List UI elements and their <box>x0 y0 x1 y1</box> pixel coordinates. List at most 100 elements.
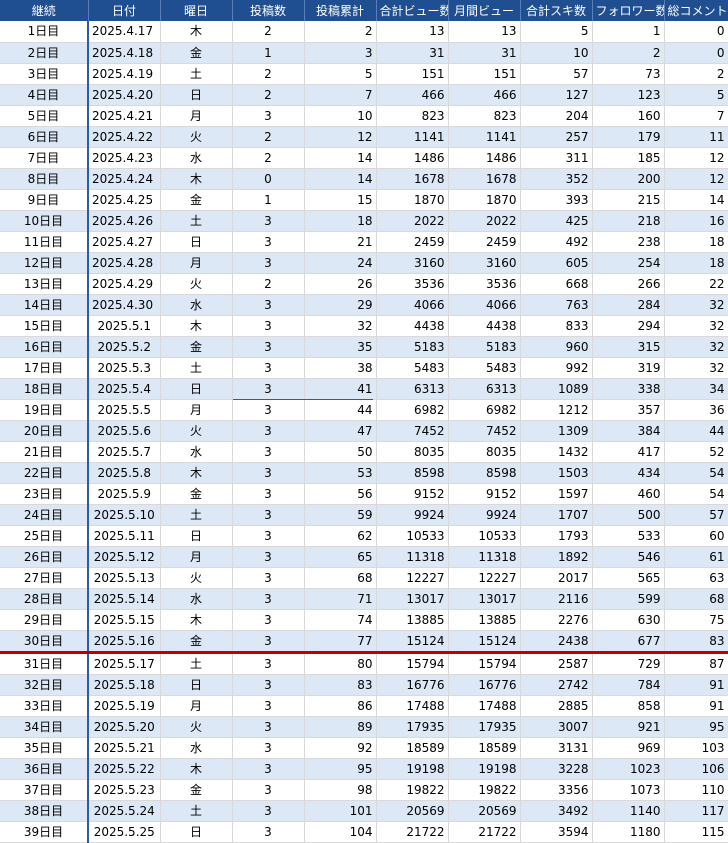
cell-total-likes[interactable]: 2742 <box>520 674 593 696</box>
cell-days[interactable]: 24日目 <box>0 504 89 526</box>
cell-posts[interactable]: 3 <box>232 357 305 379</box>
cell-total-views[interactable]: 13 <box>376 21 449 43</box>
cell-weekday[interactable]: 日 <box>160 231 233 253</box>
cell-weekday[interactable]: 水 <box>160 441 233 463</box>
header-followers[interactable]: フォロワー数 <box>592 0 665 21</box>
cell-monthly-views[interactable]: 1141 <box>448 126 521 148</box>
cell-weekday[interactable]: 火 <box>160 126 233 148</box>
cell-weekday[interactable]: 金 <box>160 779 233 801</box>
cell-posts[interactable]: 3 <box>232 546 305 568</box>
cell-posts[interactable]: 3 <box>232 674 305 696</box>
cell-total-views[interactable]: 17488 <box>376 695 449 717</box>
cell-weekday[interactable]: 木 <box>160 758 233 780</box>
cell-monthly-views[interactable]: 3536 <box>448 273 521 295</box>
cell-monthly-views[interactable]: 13 <box>448 21 521 43</box>
cell-posts[interactable]: 3 <box>232 105 305 127</box>
cell-date[interactable]: 2025.4.29 <box>88 273 161 295</box>
cell-monthly-views[interactable]: 151 <box>448 63 521 85</box>
cell-total-views[interactable]: 4438 <box>376 315 449 337</box>
header-total-comments[interactable]: 総コメント <box>664 0 728 21</box>
cell-days[interactable]: 8日目 <box>0 168 89 190</box>
cell-posts[interactable]: 2 <box>232 84 305 106</box>
cell-posts-total[interactable]: 32 <box>304 315 377 337</box>
cell-total-views[interactable]: 9924 <box>376 504 449 526</box>
cell-monthly-views[interactable]: 9924 <box>448 504 521 526</box>
cell-followers[interactable]: 1140 <box>592 800 665 822</box>
cell-total-likes[interactable]: 833 <box>520 315 593 337</box>
cell-followers[interactable]: 1023 <box>592 758 665 780</box>
cell-days[interactable]: 10日目 <box>0 210 89 232</box>
cell-total-views[interactable]: 5183 <box>376 336 449 358</box>
cell-posts-total[interactable]: 71 <box>304 588 377 610</box>
cell-total-views[interactable]: 1141 <box>376 126 449 148</box>
cell-posts-total[interactable]: 10 <box>304 105 377 127</box>
cell-monthly-views[interactable]: 13017 <box>448 588 521 610</box>
header-total-likes[interactable]: 合計スキ数 <box>520 0 593 21</box>
cell-weekday[interactable]: 水 <box>160 294 233 316</box>
cell-days[interactable]: 7日目 <box>0 147 89 169</box>
cell-days[interactable]: 32日目 <box>0 674 89 696</box>
cell-monthly-views[interactable]: 12227 <box>448 567 521 589</box>
cell-total-views[interactable]: 13885 <box>376 609 449 631</box>
cell-total-views[interactable]: 19822 <box>376 779 449 801</box>
cell-followers[interactable]: 417 <box>592 441 665 463</box>
cell-posts-total[interactable]: 80 <box>304 652 377 675</box>
cell-posts-total[interactable]: 14 <box>304 168 377 190</box>
cell-total-views[interactable]: 6982 <box>376 399 449 421</box>
cell-followers[interactable]: 630 <box>592 609 665 631</box>
cell-posts[interactable]: 2 <box>232 147 305 169</box>
cell-weekday[interactable]: 木 <box>160 609 233 631</box>
cell-followers[interactable]: 546 <box>592 546 665 568</box>
cell-date[interactable]: 2025.5.14 <box>88 588 161 610</box>
cell-days[interactable]: 26日目 <box>0 546 89 568</box>
cell-total-views[interactable]: 13017 <box>376 588 449 610</box>
cell-posts-total[interactable]: 2 <box>304 21 377 43</box>
cell-total-likes[interactable]: 352 <box>520 168 593 190</box>
cell-total-comments[interactable]: 0 <box>664 42 728 64</box>
cell-total-likes[interactable]: 257 <box>520 126 593 148</box>
cell-weekday[interactable]: 火 <box>160 420 233 442</box>
cell-posts[interactable]: 3 <box>232 525 305 547</box>
cell-total-views[interactable]: 18589 <box>376 737 449 759</box>
cell-total-comments[interactable]: 54 <box>664 483 728 505</box>
cell-monthly-views[interactable]: 5483 <box>448 357 521 379</box>
cell-weekday[interactable]: 月 <box>160 695 233 717</box>
cell-date[interactable]: 2025.5.2 <box>88 336 161 358</box>
cell-days[interactable]: 36日目 <box>0 758 89 780</box>
cell-monthly-views[interactable]: 823 <box>448 105 521 127</box>
cell-days[interactable]: 16日目 <box>0 336 89 358</box>
cell-total-likes[interactable]: 393 <box>520 189 593 211</box>
cell-total-likes[interactable]: 605 <box>520 252 593 274</box>
cell-total-views[interactable]: 7452 <box>376 420 449 442</box>
cell-total-views[interactable]: 21722 <box>376 821 449 843</box>
cell-weekday[interactable]: 日 <box>160 821 233 843</box>
cell-total-likes[interactable]: 10 <box>520 42 593 64</box>
cell-total-views[interactable]: 15794 <box>376 652 449 675</box>
cell-monthly-views[interactable]: 17935 <box>448 716 521 738</box>
cell-followers[interactable]: 384 <box>592 420 665 442</box>
cell-total-comments[interactable]: 32 <box>664 294 728 316</box>
cell-days[interactable]: 31日目 <box>0 652 89 675</box>
cell-days[interactable]: 6日目 <box>0 126 89 148</box>
cell-days[interactable]: 12日目 <box>0 252 89 274</box>
cell-date[interactable]: 2025.4.22 <box>88 126 161 148</box>
cell-date[interactable]: 2025.5.24 <box>88 800 161 822</box>
cell-followers[interactable]: 338 <box>592 378 665 400</box>
cell-monthly-views[interactable]: 6982 <box>448 399 521 421</box>
cell-total-comments[interactable]: 106 <box>664 758 728 780</box>
cell-posts-total[interactable]: 50 <box>304 441 377 463</box>
cell-total-likes[interactable]: 204 <box>520 105 593 127</box>
cell-total-views[interactable]: 20569 <box>376 800 449 822</box>
cell-posts[interactable]: 3 <box>232 758 305 780</box>
cell-weekday[interactable]: 木 <box>160 462 233 484</box>
cell-days[interactable]: 14日目 <box>0 294 89 316</box>
cell-weekday[interactable]: 木 <box>160 168 233 190</box>
cell-monthly-views[interactable]: 3160 <box>448 252 521 274</box>
cell-weekday[interactable]: 金 <box>160 630 233 654</box>
cell-posts[interactable]: 3 <box>232 483 305 505</box>
cell-total-comments[interactable]: 95 <box>664 716 728 738</box>
header-total-views[interactable]: 合計ビュー数 <box>376 0 449 21</box>
cell-monthly-views[interactable]: 18589 <box>448 737 521 759</box>
cell-total-views[interactable]: 19198 <box>376 758 449 780</box>
cell-weekday[interactable]: 土 <box>160 63 233 85</box>
